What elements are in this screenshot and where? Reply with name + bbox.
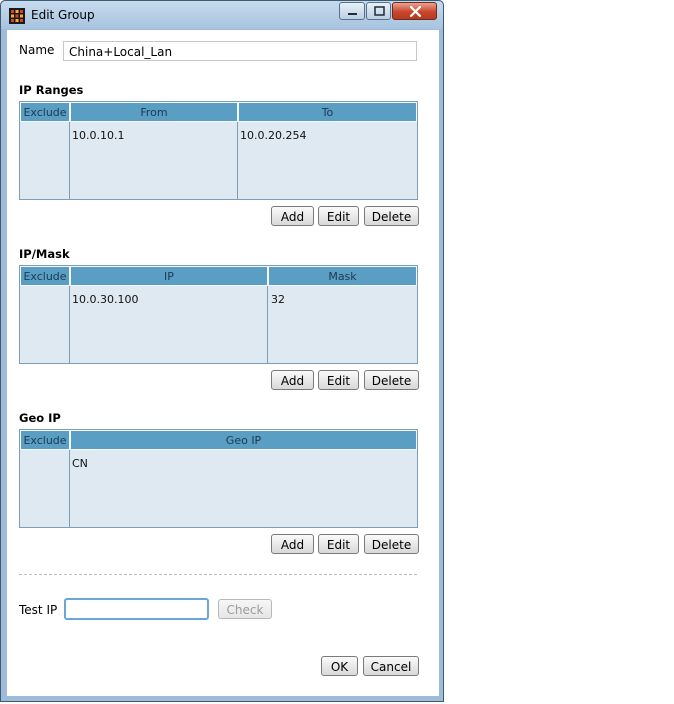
close-button[interactable] [392,2,437,20]
column-header-geo-ip[interactable]: Geo IP [70,430,417,450]
name-input[interactable]: China+Local_Lan [63,41,417,61]
ip-mask-table[interactable]: Exclude IP Mask 10.0.30.100 32 [19,265,418,364]
ip-mask-delete-button[interactable]: Delete [364,370,419,390]
cell-geo-ip[interactable]: CN [72,457,88,470]
column-header-exclude[interactable]: Exclude [20,430,70,450]
geo-ip-edit-button[interactable]: Edit [318,534,359,554]
ip-ranges-add-button[interactable]: Add [271,206,314,226]
column-header-exclude[interactable]: Exclude [20,102,70,122]
test-ip-input[interactable] [64,598,209,620]
column-header-ip[interactable]: IP [70,266,268,286]
ip-ranges-table[interactable]: Exclude From To 10.0.10.1 10.0.20.254 [19,101,418,200]
title-bar[interactable]: Edit Group [1,1,443,29]
ip-mask-add-button[interactable]: Add [271,370,314,390]
cell-ip[interactable]: 10.0.30.100 [72,293,138,306]
test-ip-label: Test IP [19,603,58,617]
name-label: Name [19,43,55,57]
maximize-icon [374,6,385,16]
cancel-button[interactable]: Cancel [363,656,419,676]
ip-ranges-title: IP Ranges [19,83,84,97]
geo-ip-add-button[interactable]: Add [271,534,314,554]
minimize-button[interactable] [339,2,365,20]
geo-ip-table[interactable]: Exclude Geo IP CN [19,429,418,528]
edit-group-window: Edit Group Name China+Local_Lan IP Range… [0,0,444,702]
cell-to[interactable]: 10.0.20.254 [240,129,306,142]
ip-ranges-edit-button[interactable]: Edit [318,206,359,226]
window-title: Edit Group [31,8,95,22]
check-button[interactable]: Check [218,599,272,619]
maximize-button[interactable] [366,2,391,20]
dialog-body: Name China+Local_Lan IP Ranges Exclude F… [7,30,439,696]
app-grid-icon [9,8,25,24]
minimize-icon [348,13,357,15]
cell-mask[interactable]: 32 [271,293,285,306]
geo-ip-delete-button[interactable]: Delete [364,534,419,554]
ip-mask-edit-button[interactable]: Edit [318,370,359,390]
close-icon [409,5,422,18]
column-header-to[interactable]: To [238,102,417,122]
column-header-mask[interactable]: Mask [268,266,417,286]
column-header-from[interactable]: From [70,102,238,122]
ok-button[interactable]: OK [321,656,358,676]
geo-ip-title: Geo IP [19,411,61,425]
ip-ranges-delete-button[interactable]: Delete [364,206,419,226]
ip-mask-title: IP/Mask [19,247,70,261]
cell-from[interactable]: 10.0.10.1 [72,129,124,142]
column-header-exclude[interactable]: Exclude [20,266,70,286]
divider [19,574,417,575]
